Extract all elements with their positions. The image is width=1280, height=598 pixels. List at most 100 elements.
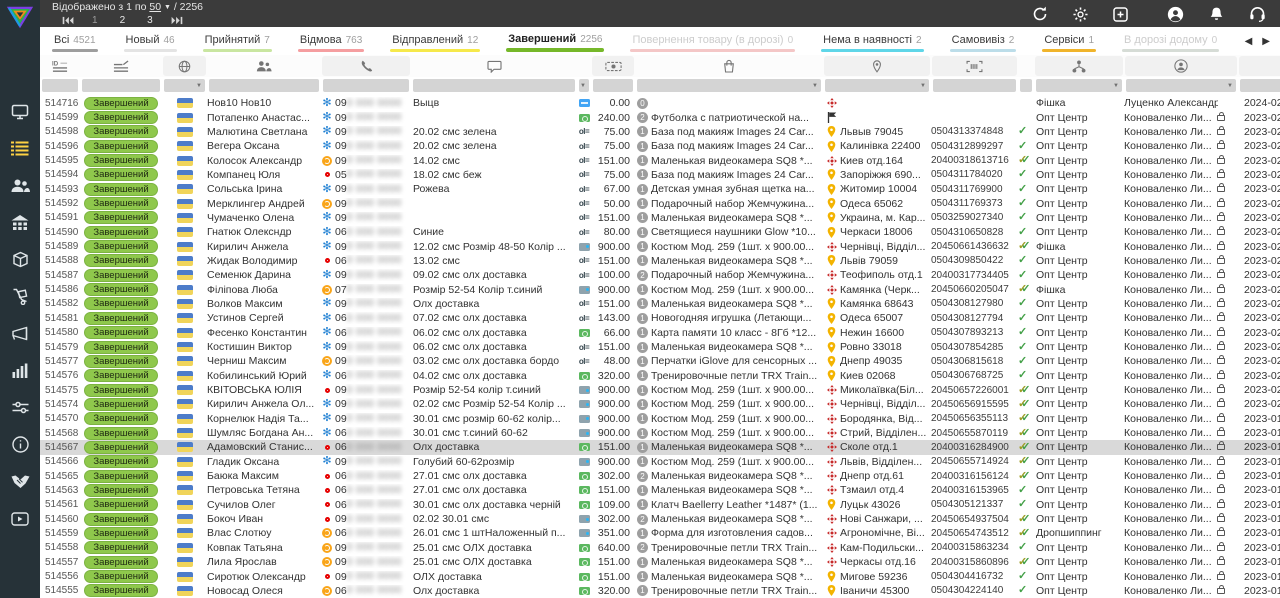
status-badge[interactable]: Завершений [84,384,157,397]
page-size-dropdown[interactable]: 50 [149,1,161,13]
table-row[interactable]: 514581 Завершений Устинов Сергей ✻060 00… [40,311,1280,325]
column-header-country[interactable] [163,56,206,76]
column-header-customer[interactable] [207,56,321,76]
status-badge[interactable]: Завершений [84,97,157,110]
column-header-date[interactable] [1239,56,1280,76]
table-row[interactable]: 514598 Завершений Малютина Светлана ✻090… [40,125,1280,139]
profile-button[interactable] [1167,6,1184,23]
status-badge[interactable]: Завершений [84,369,157,382]
filter-input-customer[interactable] [209,79,319,92]
filter-input-products[interactable]: ▼ [637,79,821,92]
status-badge[interactable]: Завершений [84,240,157,253]
status-badge[interactable]: Завершений [84,398,157,411]
status-badge[interactable]: Завершений [84,441,157,454]
filter-input-payment-type[interactable]: ▼ [579,79,589,92]
sidebar-item-products[interactable] [8,252,32,272]
table-row[interactable]: 514599 Завершений Потапенко Анастас... ✻… [40,110,1280,124]
tab-В дорозі додому[interactable]: В дорозі додому0 [1122,27,1219,55]
table-row[interactable]: 514557 Завершений Лила Ярослав 090 000 0… [40,555,1280,569]
status-badge[interactable]: Завершений [84,326,157,339]
sidebar-item-orders[interactable] [8,141,32,161]
status-badge[interactable]: Завершений [84,556,157,569]
column-header-phone[interactable] [322,56,410,76]
filter-input-country[interactable]: ▼ [164,79,205,92]
table-row[interactable]: 514595 Завершений Колосок Александр 090 … [40,153,1280,167]
status-badge[interactable]: Завершений [84,455,157,468]
table-row[interactable]: 514570 Завершений Корнелюк Надія Та... ✻… [40,412,1280,426]
column-header-source[interactable] [1035,56,1123,76]
table-row[interactable]: 514589 Завершений Кирилич Анжела ✻090 00… [40,239,1280,253]
column-header-manager[interactable] [1125,56,1237,76]
status-badge[interactable]: Завершений [84,470,157,483]
filter-input-id[interactable] [42,79,78,92]
table-row[interactable]: 514587 Завершений Семенюк Дарина ✻090 00… [40,268,1280,282]
status-badge[interactable]: Завершений [84,484,157,497]
status-badge[interactable]: Завершений [84,183,157,196]
column-header-status[interactable] [80,56,162,76]
status-badge[interactable]: Завершений [84,125,157,138]
status-badge[interactable]: Завершений [84,226,157,239]
status-badge[interactable]: Завершений [84,168,157,181]
table-row[interactable]: 514566 Завершений Гладик Оксана ✻090 000… [40,455,1280,469]
status-badge[interactable]: Завершений [84,570,157,583]
sidebar-item-structure[interactable] [8,215,32,235]
table-row[interactable]: 514594 Завершений Компанец Юля 050 000 0… [40,168,1280,182]
sidebar-item-settings[interactable] [8,400,32,420]
filter-input-source[interactable]: ▼ [1036,79,1122,92]
tab-Самовивіз[interactable]: Самовивіз2 [950,27,1017,55]
status-badge[interactable]: Завершений [84,154,157,167]
table-row[interactable]: 514716 Завершений Нов10 Нов10 ✻090 000 0… [40,96,1280,110]
notifications-button[interactable] [1209,6,1224,22]
table-row[interactable]: 514576 Завершений Кобилинський Юрий ✻060… [40,369,1280,383]
table-row[interactable]: 514575 Завершений КВІТОВСЬКА ЮЛІЯ 090 00… [40,383,1280,397]
first-page-button[interactable] [62,16,74,25]
tab-Нема в наявності[interactable]: Нема в наявності2 [821,27,923,55]
status-badge[interactable]: Завершений [84,427,157,440]
table-row[interactable]: 514565 Завершений Баюка Максим 060 000 0… [40,469,1280,483]
page-number-1[interactable]: 1 [92,14,98,27]
add-order-button[interactable] [1113,7,1128,22]
table-row[interactable]: 514559 Завершений Влас Слотюу 060 000 00… [40,526,1280,540]
status-badge[interactable]: Завершений [84,412,157,425]
table-row[interactable]: 514555 Завершений Новосад Олеся 060 000 … [40,584,1280,598]
table-row[interactable]: 514586 Завершений Філіпова Люба 070 000 … [40,282,1280,296]
table-row[interactable]: 514558 Завершений Ковпак Татьяна 090 000… [40,541,1280,555]
tab-Прийнятий[interactable]: Прийнятий7 [203,27,272,55]
status-badge[interactable]: Завершений [84,197,157,210]
status-badge[interactable]: Завершений [84,513,157,526]
table-row[interactable]: 514596 Завершений Вегера Оксана ✻090 000… [40,139,1280,153]
column-header-tracking[interactable] [932,56,1017,76]
table-row[interactable]: 514593 Завершений Сольська Ірина ✻090 00… [40,182,1280,196]
table-row[interactable]: 514590 Завершений Гнатюк Олексндр ✻060 0… [40,225,1280,239]
sidebar-item-statistics[interactable] [8,363,32,383]
status-badge[interactable]: Завершений [84,527,157,540]
column-header-amount[interactable] [592,56,634,76]
table-row[interactable]: 514580 Завершений Фесенко Константин ✻06… [40,326,1280,340]
table-row[interactable]: 514588 Завершений Жидак Володимир 060 00… [40,254,1280,268]
tab-Відмова[interactable]: Відмова763 [298,27,364,55]
refresh-button[interactable] [1032,6,1048,22]
column-header-payment-type[interactable] [577,56,591,76]
table-row[interactable]: 514582 Завершений Волков Максим ✻090 000… [40,297,1280,311]
status-badge[interactable]: Завершений [84,269,157,282]
tab-Сервіси[interactable]: Сервіси1 [1042,27,1096,55]
filter-input-comment[interactable] [413,79,575,92]
status-badge[interactable]: Завершений [84,283,157,296]
column-header-comment[interactable] [411,56,577,76]
sidebar-item-customers[interactable] [8,178,32,198]
table-row[interactable]: 514579 Завершений Костишин Виктор ✻090 0… [40,340,1280,354]
status-badge[interactable]: Завершений [84,297,157,310]
support-button[interactable] [1249,6,1266,22]
filter-input-date[interactable] [1240,79,1280,92]
sidebar-item-info[interactable] [8,437,32,457]
sidebar-item-dashboard[interactable] [8,104,32,124]
tab-Новый[interactable]: Новый46 [124,27,177,55]
tab-Завершений[interactable]: Завершений2256 [506,27,604,55]
table-row[interactable]: 514592 Завершений Мерклингер Андрей 090 … [40,196,1280,210]
status-badge[interactable]: Завершений [84,355,157,368]
table-row[interactable]: 514556 Завершений Сиротюк Олександр 090 … [40,569,1280,583]
filter-input-amount[interactable] [593,79,633,92]
sidebar-item-deliveries[interactable] [8,289,32,309]
column-header-id[interactable]: ID [40,56,80,76]
table-row[interactable]: 514561 Завершений Сучилов Олег 060 000 0… [40,498,1280,512]
